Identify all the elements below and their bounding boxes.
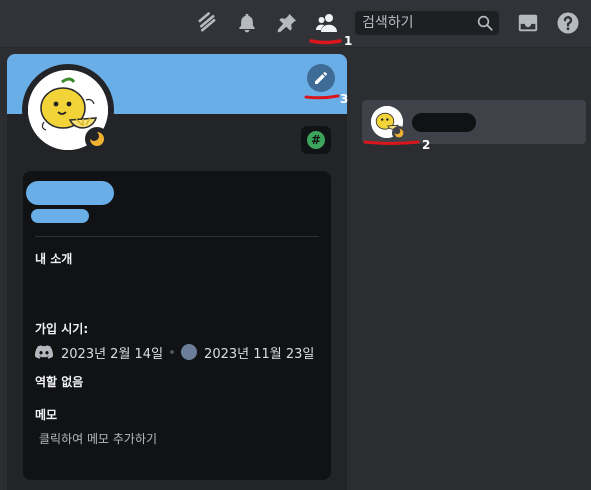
help-icon[interactable] [555, 10, 581, 36]
date-separator [170, 350, 175, 354]
profile-badge[interactable]: # [301, 126, 331, 154]
display-name-redacted [26, 181, 114, 205]
annotation-marker-2: 2 [363, 138, 430, 152]
hashtag-badge-icon: # [307, 131, 325, 149]
annotation-label-3: 3 [340, 92, 348, 106]
inbox-icon[interactable] [515, 10, 541, 36]
roles-text: 역할 없음 [35, 375, 84, 389]
pin-icon[interactable] [274, 10, 300, 36]
discord-join-date: 2023년 2월 14일 [61, 346, 164, 362]
search-input[interactable] [355, 11, 475, 35]
note-input[interactable]: 클릭하여 메모 추가하기 [39, 430, 157, 447]
note-title: 메모 [35, 408, 58, 422]
search-box[interactable] [355, 11, 499, 35]
member-name-redacted [412, 113, 476, 132]
username-redacted [31, 209, 89, 223]
annotation-marker-3: 3 [304, 92, 348, 106]
member-list: 2 [354, 48, 591, 490]
discord-logo-icon [35, 345, 53, 359]
card-divider [35, 236, 319, 237]
server-join-date: 2023년 11월 23일 [204, 346, 315, 362]
user-profile-panel: # 내 소개 가입 시기: 2023년 2월 14일 2023년 11월 23일… [0, 48, 354, 490]
annotation-marker-1: 1 [309, 34, 352, 48]
search-icon [476, 14, 494, 36]
server-icon [181, 344, 198, 360]
pencil-icon [315, 72, 327, 84]
idle-status-icon [85, 127, 109, 151]
profile-info-card: 내 소개 가입 시기: 2023년 2월 14일 2023년 11월 23일 역… [23, 171, 331, 480]
annotation-label-2: 2 [422, 138, 430, 152]
about-me-title: 내 소개 [35, 252, 73, 266]
member-since-dates: 2023년 2월 14일 2023년 11월 23일 [35, 343, 315, 362]
threads-icon[interactable] [194, 10, 220, 36]
channel-toolbar: 1 [0, 0, 591, 48]
profile-card: # 내 소개 가입 시기: 2023년 2월 14일 2023년 11월 23일… [7, 54, 347, 490]
member-since-title: 가입 시기: [35, 322, 89, 336]
annotation-label-1: 1 [344, 34, 352, 48]
bell-icon[interactable] [234, 10, 260, 36]
